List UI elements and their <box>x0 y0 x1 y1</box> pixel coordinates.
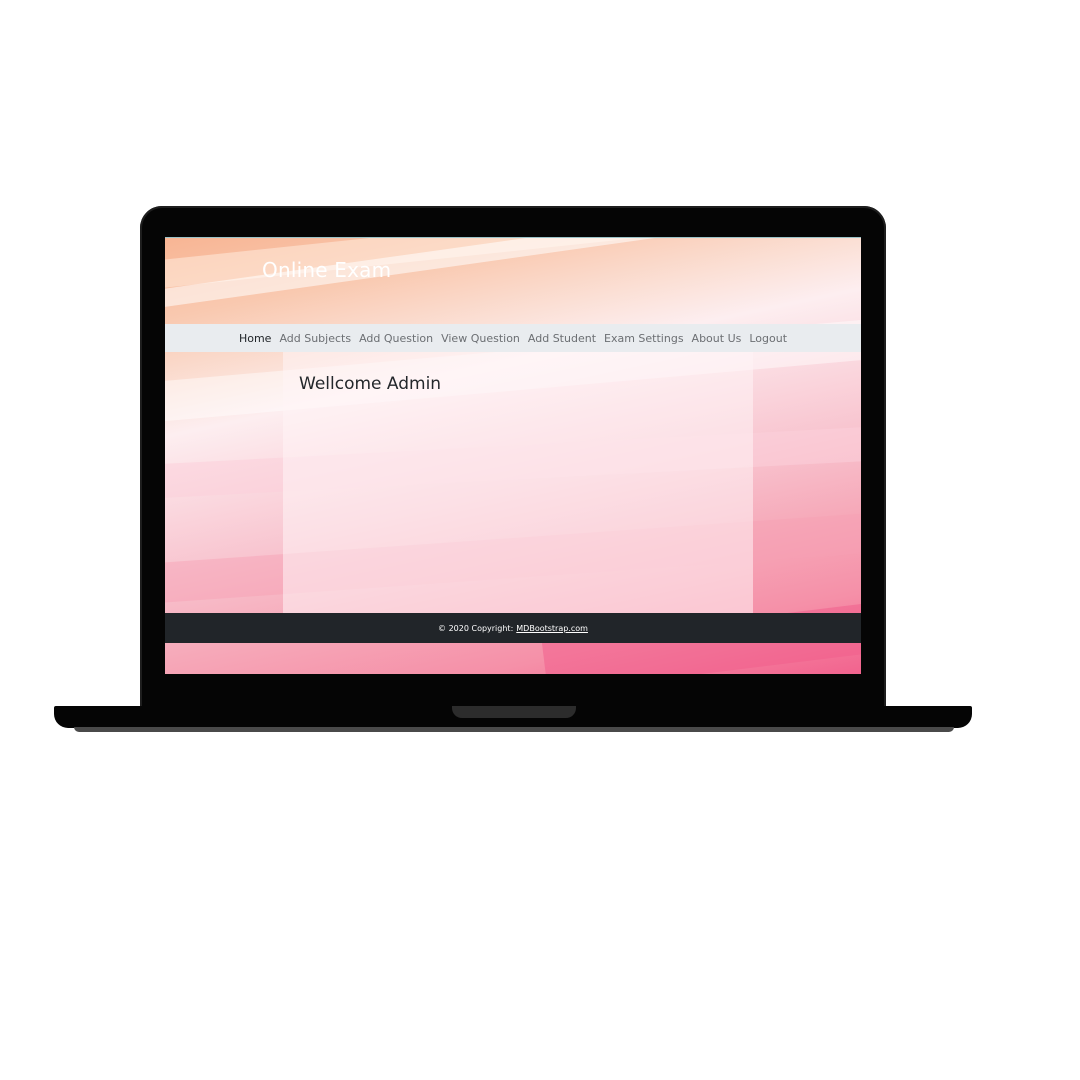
nav-exam-settings[interactable]: Exam Settings <box>600 332 688 345</box>
laptop-screen: Online Exam Home Add Subjects Add Questi… <box>165 237 861 674</box>
stage: Online Exam Home Add Subjects Add Questi… <box>0 0 1080 1080</box>
laptop-notch <box>452 706 576 718</box>
nav-logout[interactable]: Logout <box>745 332 791 345</box>
nav-add-student[interactable]: Add Student <box>524 332 600 345</box>
main-navbar: Home Add Subjects Add Question View Ques… <box>165 324 861 352</box>
footer-copyright: © 2020 Copyright: <box>438 623 514 633</box>
laptop-base-shadow <box>74 727 954 732</box>
welcome-heading: Wellcome Admin <box>299 374 442 394</box>
nav-add-subjects[interactable]: Add Subjects <box>275 332 355 345</box>
page-footer: © 2020 Copyright: MDBootstrap.com <box>165 613 861 643</box>
site-brand[interactable]: Online Exam <box>262 258 391 282</box>
content-panel: Wellcome Admin <box>283 352 753 613</box>
nav-about-us[interactable]: About Us <box>688 332 746 345</box>
nav-add-question[interactable]: Add Question <box>355 332 437 345</box>
nav-home[interactable]: Home <box>235 332 275 345</box>
footer-link[interactable]: MDBootstrap.com <box>516 624 588 633</box>
nav-view-question[interactable]: View Question <box>437 332 524 345</box>
